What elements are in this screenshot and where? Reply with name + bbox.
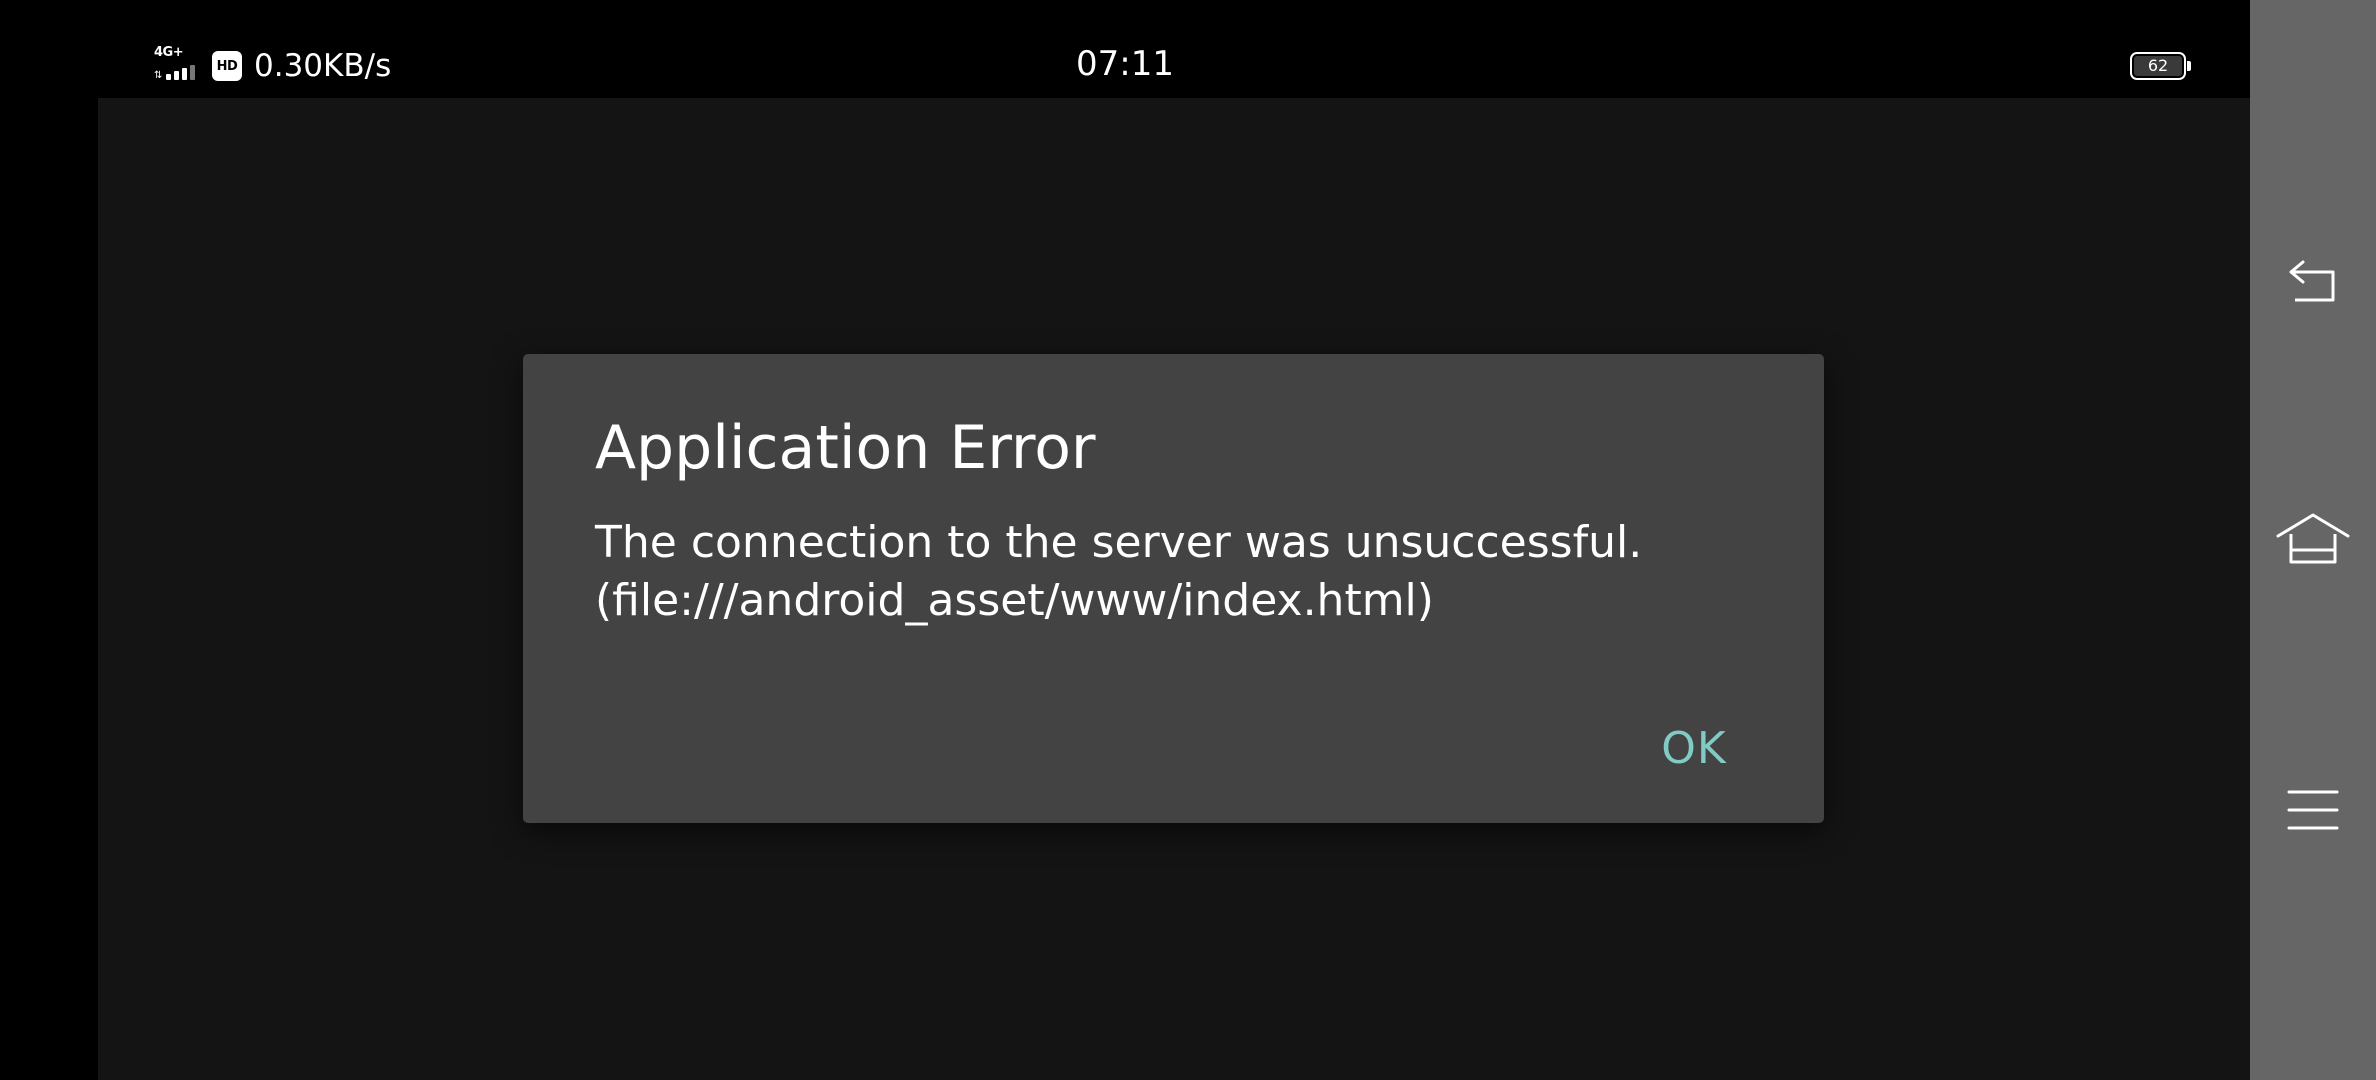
network-speed: 0.30KB/s xyxy=(254,48,392,84)
dialog-message-line: The connection to the server was unsucce… xyxy=(595,517,1643,568)
signal-bar xyxy=(174,71,179,80)
signal-bar xyxy=(182,68,187,80)
home-icon xyxy=(2276,513,2350,564)
network-status: 4G+ ⇅ HD 0.30KB/s xyxy=(154,46,391,86)
signal-strength-bars xyxy=(166,65,195,80)
back-icon xyxy=(2289,260,2335,302)
navigation-bar xyxy=(2250,0,2376,1080)
battery-icon: 62 xyxy=(2130,52,2191,80)
battery-fill: 62 xyxy=(2134,56,2182,76)
error-dialog: Application Error The connection to the … xyxy=(523,354,1824,823)
data-arrows-icon: ⇅ xyxy=(154,70,163,81)
signal-bar xyxy=(190,65,195,80)
phone-screen: 4G+ ⇅ HD 0.30KB/s 07:11 62 Application E… xyxy=(0,0,2376,1080)
hd-voice-icon: HD xyxy=(212,51,242,81)
dialog-message-line: (file:///android_asset/www/index.html) xyxy=(595,575,1434,626)
home-button[interactable] xyxy=(2273,500,2353,580)
recents-button[interactable] xyxy=(2273,770,2353,850)
status-clock: 07:11 xyxy=(1076,44,1174,84)
app-content: Application Error The connection to the … xyxy=(98,98,2250,1080)
status-bar: 4G+ ⇅ HD 0.30KB/s 07:11 62 xyxy=(0,0,2250,98)
network-type-label: 4G+ xyxy=(154,45,184,60)
menu-icon xyxy=(2287,790,2339,830)
signal-bar xyxy=(166,74,171,80)
dialog-title: Application Error xyxy=(595,413,1096,483)
back-button[interactable] xyxy=(2273,244,2353,324)
battery-terminal xyxy=(2187,61,2191,71)
battery-level: 62 xyxy=(2147,56,2169,75)
dialog-message: The connection to the server was unsucce… xyxy=(595,514,1755,630)
ok-button[interactable]: OK xyxy=(1634,714,1754,784)
signal-bars-icon: 4G+ ⇅ xyxy=(154,46,202,86)
